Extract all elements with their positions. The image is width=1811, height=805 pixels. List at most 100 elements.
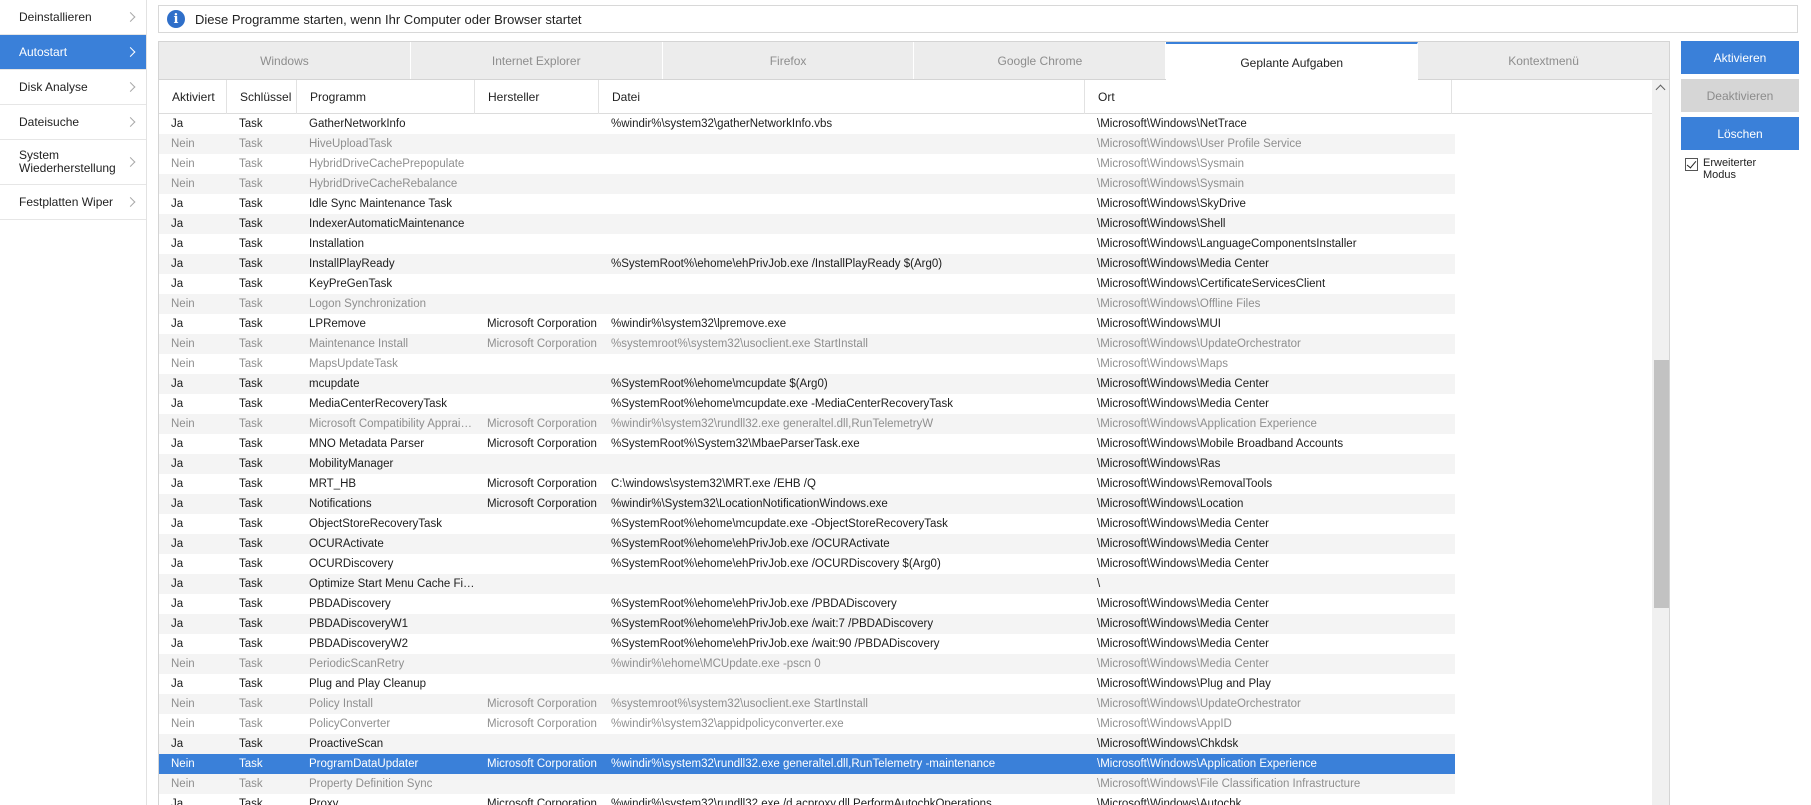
- tab-geplante-aufgaben[interactable]: Geplante Aufgaben: [1166, 42, 1419, 81]
- column-header-programm[interactable]: Programm: [297, 80, 475, 114]
- cell-datei: %SystemRoot%\ehome\ehPrivJob.exe /Instal…: [611, 258, 943, 270]
- table-row[interactable]: Ja Task ProactiveScan \Microsoft\Windows\Ch…: [159, 734, 1455, 754]
- tab-google-chrome[interactable]: Google Chrome: [914, 42, 1167, 79]
- table-row[interactable]: Ja Task OCURActivate %SystemRoot%\ehome\ehP…: [159, 534, 1455, 554]
- cell-datei: [599, 174, 1085, 194]
- table-row[interactable]: Ja Task Optimize Start Menu Cache Fil... \: [159, 574, 1455, 594]
- table-row[interactable]: Nein Task HiveUploadTask \Microsoft\Windows…: [159, 134, 1455, 154]
- sidebar-item-system-wiederherstellung[interactable]: System Wiederherstellung: [0, 140, 146, 185]
- info-text: Diese Programme starten, wenn Ihr Comput…: [195, 11, 582, 27]
- cell-aktiviert: Ja: [171, 518, 184, 530]
- cell-aktiviert: Nein: [171, 338, 195, 350]
- table-row[interactable]: Ja Task Idle Sync Maintenance Task \Microso…: [159, 194, 1455, 214]
- table-row[interactable]: Ja Task MRT_HB Microsoft Corporation C:\wind…: [159, 474, 1455, 494]
- table-row[interactable]: Ja Task LPRemove Microsoft Corporation %wind…: [159, 314, 1455, 334]
- scrollbar-thumb[interactable]: [1654, 360, 1669, 608]
- action-panel: Aktivieren Deaktivieren Löschen Erweiter…: [1681, 41, 1801, 341]
- cell-schluessel: Task: [239, 618, 263, 630]
- cell-schluessel: Task: [239, 698, 263, 710]
- table-row[interactable]: Nein Task PolicyConverter Microsoft Corpora…: [159, 714, 1455, 734]
- cell-ort: \Microsoft\Windows\AppID: [1097, 718, 1232, 730]
- tab-windows[interactable]: Windows: [159, 42, 411, 79]
- column-header-schluessel[interactable]: Schlüssel: [227, 80, 297, 114]
- cell-datei: %SystemRoot%\ehome\mcupdate.exe -MediaCe…: [611, 398, 953, 410]
- table-row[interactable]: Nein Task MapsUpdateTask \Microsoft\Windows…: [159, 354, 1455, 374]
- table-row[interactable]: Nein Task PeriodicScanRetry %windir%\ehome\…: [159, 654, 1455, 674]
- cell-hersteller: [475, 274, 599, 294]
- table-row[interactable]: Ja Task MobilityManager \Microsoft\Windows\…: [159, 454, 1455, 474]
- table-row[interactable]: Ja Task OCURDiscovery %SystemRoot%\ehome\eh…: [159, 554, 1455, 574]
- cell-ort: \Microsoft\Windows\Shell: [1097, 218, 1226, 230]
- sidebar-item-disk-analyse[interactable]: Disk Analyse: [0, 70, 146, 105]
- table-row[interactable]: Nein Task Logon Synchronization \Microsoft\…: [159, 294, 1455, 314]
- table-row[interactable]: Ja Task PBDADiscovery %SystemRoot%\ehome\eh…: [159, 594, 1455, 614]
- cell-aktiviert: Ja: [171, 258, 184, 270]
- table-row[interactable]: Ja Task Proxy Microsoft Corporation %windir%…: [159, 794, 1455, 805]
- extended-mode-checkbox[interactable]: [1685, 158, 1698, 171]
- table-row[interactable]: Ja Task InstallPlayReady %SystemRoot%\ehome…: [159, 254, 1455, 274]
- table-row[interactable]: Nein Task ProgramDataUpdater Microsoft Corp…: [159, 754, 1455, 774]
- column-header-hersteller[interactable]: Hersteller: [475, 80, 599, 114]
- table-row[interactable]: Ja Task KeyPreGenTask \Microsoft\Windows\Ce…: [159, 274, 1455, 294]
- table-row[interactable]: Ja Task Installation \Microsoft\Windows\Lan…: [159, 234, 1455, 254]
- table-row[interactable]: Nein Task Maintenance Install Microsoft Cor…: [159, 334, 1455, 354]
- cell-ort: \Microsoft\Windows\Location: [1097, 498, 1244, 510]
- table-row[interactable]: Ja Task PBDADiscoveryW1 %SystemRoot%\ehome\…: [159, 614, 1455, 634]
- column-header-aktiviert[interactable]: Aktiviert: [159, 80, 227, 114]
- cell-schluessel: Task: [239, 138, 263, 150]
- column-header-datei[interactable]: Datei: [599, 80, 1085, 114]
- cell-datei: [599, 294, 1085, 314]
- cell-hersteller: Microsoft Corporation: [487, 718, 597, 730]
- cell-programm: HybridDriveCachePrepopulate: [309, 158, 465, 170]
- cell-ort: \Microsoft\Windows\Sysmain: [1097, 158, 1244, 170]
- sidebar-item-autostart[interactable]: Autostart: [0, 35, 146, 70]
- delete-button[interactable]: Löschen: [1681, 117, 1799, 150]
- cell-schluessel: Task: [239, 638, 263, 650]
- cell-hersteller: [475, 734, 599, 754]
- table-row[interactable]: Nein Task HybridDriveCachePrepopulate \Micr…: [159, 154, 1455, 174]
- table-row[interactable]: Nein Task Policy Install Microsoft Corporat…: [159, 694, 1455, 714]
- table-row[interactable]: Ja Task Notifications Microsoft Corporation…: [159, 494, 1455, 514]
- sidebar-item-dateisuche[interactable]: Dateisuche: [0, 105, 146, 140]
- column-header-ort[interactable]: Ort: [1085, 80, 1452, 114]
- cell-ort: \Microsoft\Windows\Ras: [1097, 458, 1221, 470]
- chevron-right-icon: [125, 117, 136, 127]
- scroll-up-icon[interactable]: [1655, 84, 1666, 95]
- cell-datei: [599, 574, 1085, 594]
- table-row[interactable]: Nein Task Property Definition Sync \Microso…: [159, 774, 1455, 794]
- cell-hersteller: [475, 294, 599, 314]
- sidebar-item-festplatten-wiper[interactable]: Festplatten Wiper: [0, 185, 146, 220]
- cell-schluessel: Task: [239, 338, 263, 350]
- cell-schluessel: Task: [239, 238, 263, 250]
- cell-aktiviert: Nein: [171, 418, 195, 430]
- cell-hersteller: [475, 614, 599, 634]
- table-row[interactable]: Ja Task MediaCenterRecoveryTask %SystemRoot…: [159, 394, 1455, 414]
- cell-ort: \Microsoft\Windows\LanguageComponentsIns…: [1097, 238, 1357, 250]
- extended-mode-toggle[interactable]: Erweiterter Modus: [1685, 157, 1801, 181]
- cell-datei: %SystemRoot%\ehome\ehPrivJob.exe /wait:7…: [611, 618, 934, 630]
- table-row[interactable]: Ja Task ObjectStoreRecoveryTask %SystemRoot…: [159, 514, 1455, 534]
- cell-datei: %SystemRoot%\ehome\ehPrivJob.exe /wait:9…: [611, 638, 940, 650]
- cell-hersteller: [475, 134, 599, 154]
- table-row[interactable]: Nein Task Microsoft Compatibility Appraise…: [159, 414, 1455, 434]
- cell-hersteller: [475, 254, 599, 274]
- cell-aktiviert: Ja: [171, 478, 184, 490]
- table-row[interactable]: Ja Task PBDADiscoveryW2 %SystemRoot%\ehome\…: [159, 634, 1455, 654]
- table-row[interactable]: Ja Task Plug and Play Cleanup \Microsoft\Wi…: [159, 674, 1455, 694]
- table-row[interactable]: Ja Task IndexerAutomaticMaintenance \Micros…: [159, 214, 1455, 234]
- cell-aktiviert: Ja: [171, 398, 184, 410]
- table-row[interactable]: Ja Task GatherNetworkInfo %windir%\system32…: [159, 114, 1455, 134]
- cell-schluessel: Task: [239, 218, 263, 230]
- activate-button[interactable]: Aktivieren: [1681, 41, 1799, 74]
- tab-internet-explorer[interactable]: Internet Explorer: [411, 42, 663, 79]
- tab-kontextmenue[interactable]: Kontextmenü: [1418, 42, 1669, 79]
- table-row[interactable]: Ja Task MNO Metadata Parser Microsoft Corpo…: [159, 434, 1455, 454]
- tab-firefox[interactable]: Firefox: [663, 42, 915, 79]
- cell-datei: [599, 354, 1085, 374]
- table-row[interactable]: Nein Task HybridDriveCacheRebalance \Micros…: [159, 174, 1455, 194]
- table-row[interactable]: Ja Task mcupdate %SystemRoot%\ehome\mcupdat…: [159, 374, 1455, 394]
- sidebar-item-deinstallieren[interactable]: Deinstallieren: [0, 0, 146, 35]
- vertical-scrollbar[interactable]: [1652, 80, 1669, 805]
- deactivate-button[interactable]: Deaktivieren: [1681, 79, 1799, 112]
- chevron-right-icon: [125, 157, 136, 167]
